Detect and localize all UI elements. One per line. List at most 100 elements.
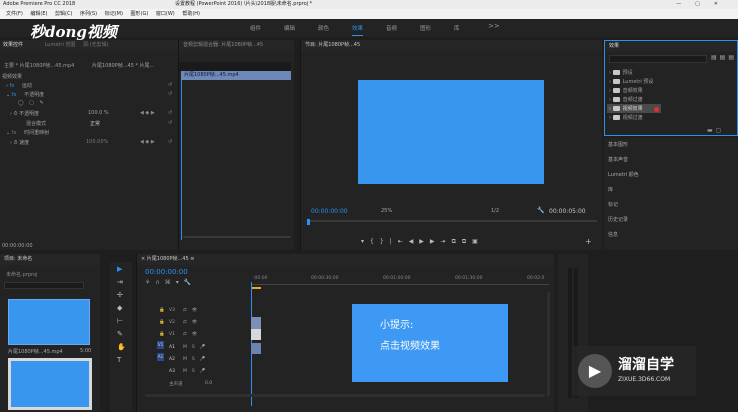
hand-tool-icon[interactable]: ✋ [117,343,126,351]
tab-assembly[interactable]: 组件 [250,24,261,32]
tab-graphics[interactable]: 图形 [420,24,431,32]
clip-row[interactable]: 片尾1080P帧...45 * 片尾... [92,62,154,69]
panel-essential-graphics[interactable]: 基本图形 [608,141,628,148]
source-patch-v1[interactable]: V1 [157,341,164,349]
more-workspaces-button[interactable]: >> [488,22,500,30]
mask-tools[interactable]: ◯ ▢ ✎ [18,100,46,106]
panel-libraries[interactable]: 库 [608,186,613,193]
reset-icon[interactable]: ↺ [168,139,172,145]
timeline-timecode[interactable]: 00:00:00:00 [145,268,188,276]
opacity-param[interactable]: › ⏱ 不透明度 [10,110,39,117]
source-patch-a1[interactable]: A1 [157,353,164,361]
track-v2[interactable]: V2 [169,320,175,325]
track-controls-a1[interactable]: MS🎤 [183,345,210,350]
track-controls-v2[interactable]: ⇄👁 [183,320,202,325]
timeline-horizontal-scrollbar[interactable] [145,394,545,397]
tab-effects[interactable]: 效果 [352,24,364,36]
menu-graphics[interactable]: 图形(G) [131,11,149,17]
program-timecode[interactable]: 00:00:00:00 [311,208,348,215]
timeline-toolbar-icons[interactable]: ⚘∩⌘▾🔧 [145,279,196,286]
reset-icon[interactable]: ↺ [168,82,172,88]
opacity-value[interactable]: 100.0 % [88,110,109,116]
effects-folder-presets[interactable]: › 预设 [609,69,633,76]
master-volume-value[interactable]: 0.0 [205,381,212,386]
video-clip-v1[interactable] [251,329,261,340]
project-search-input[interactable] [4,282,84,289]
lock-icon[interactable]: 🔒 [159,308,165,313]
effects-folder-audio-transitions[interactable]: › 音频过渡 [609,96,643,103]
tab-color[interactable]: 颜色 [318,24,329,32]
track-v3[interactable]: V3 [169,308,175,313]
menu-sequence[interactable]: 序列(S) [80,11,97,17]
selection-tool-icon[interactable]: ▶ [117,265,122,273]
opacity-effect[interactable]: ⌄ fx 不透明度 [6,91,44,98]
ripple-edit-tool-icon[interactable]: ✢ [117,291,123,299]
effects-panel-title[interactable]: 效果 [605,41,737,52]
scrub-bar[interactable] [307,220,597,222]
new-bin-icon[interactable]: ▬▢ [707,127,724,134]
zoom-select[interactable]: 25% [381,208,392,214]
audio-clip-a1[interactable] [251,343,261,354]
resolution-select[interactable]: 1/2 [491,208,499,214]
source-row[interactable]: 主要 * 片尾1080P帧...45.mp4 [4,62,74,69]
effects-folder-audio-effects[interactable]: › 音频效果 [609,87,643,94]
reset-icon[interactable]: ↺ [168,120,172,126]
menu-marker[interactable]: 标记(M) [105,11,123,17]
work-area-bar[interactable] [251,287,261,289]
window-controls[interactable]: —▢✕ [676,0,732,9]
menu-clip[interactable]: 剪辑(C) [55,11,72,17]
add-button-icon[interactable]: + [585,237,592,246]
tab-source[interactable]: 源:(无剪辑) [83,42,109,48]
selected-clip-thumbnail[interactable] [8,358,92,410]
effects-search-input[interactable] [609,55,707,63]
effects-folder-video-effects[interactable]: › 视频效果 [609,105,643,112]
track-a1[interactable]: A1 [169,345,175,350]
tab-audio[interactable]: 音频 [386,24,397,32]
track-a3[interactable]: A3 [169,369,175,374]
clip-bar[interactable]: 片尾1080P帧...45.mp4 [181,71,291,80]
tab-editing[interactable]: 编辑 [284,24,295,32]
type-tool-icon[interactable]: T [117,356,121,364]
video-preview[interactable] [358,80,544,184]
track-controls-v3[interactable]: ⇄👁 [183,308,202,313]
track-select-tool-icon[interactable]: ⇥ [117,278,123,286]
program-monitor-header[interactable]: 节目: 片尾1080P帧...45 [301,40,602,51]
transport-controls[interactable]: ▾{}|⇤◀▶▶⇥⧉⧉▣ [361,238,484,246]
track-controls-a3[interactable]: MS🎤 [183,369,210,374]
project-title[interactable]: 项目: 未命名 [0,254,100,265]
effect-controls-timecode[interactable]: 00:00:00:00 [2,243,33,249]
speed-param[interactable]: › ⏱ 速度 [10,139,29,146]
pen-tool-icon[interactable]: ✎ [117,330,123,338]
playhead[interactable] [181,80,182,240]
tab-libraries[interactable]: 库 [454,24,460,32]
panel-history[interactable]: 历史记录 [608,216,628,223]
panel-lumetri-color[interactable]: Lumetri 颜色 [608,171,639,178]
tab-effect-controls[interactable]: 效果控件 [3,42,23,48]
track-controls-v1[interactable]: ⇄👁 [183,332,202,337]
lock-icon[interactable]: 🔒 [159,332,165,337]
keyframe-controls[interactable]: ◀ ◆ ▶ [140,110,155,116]
panel-markers[interactable]: 标记 [608,201,618,208]
menu-help[interactable]: 帮助(H) [182,11,200,17]
clip-thumbnail[interactable] [8,299,90,345]
panel-info[interactable]: 信息 [608,231,618,238]
menu-edit[interactable]: 编辑(E) [30,11,47,17]
keyframe-controls-speed[interactable]: ◀ ◆ ▶ [140,139,155,145]
tab-lumetri-scopes[interactable]: Lumetri 范围 [45,42,76,48]
effects-folder-video-transitions[interactable]: › 视频过渡 [609,114,643,121]
menu-file[interactable]: 文件(F) [6,11,23,17]
razor-tool-icon[interactable]: ◆ [117,304,122,312]
wrench-icon[interactable]: 🔧 [537,207,544,214]
reset-icon[interactable]: ↺ [168,91,172,97]
mixer-header[interactable]: 音频剪辑混合器: 片尾1080P帧...45 [179,40,294,51]
track-a2[interactable]: A2 [169,357,175,362]
track-controls-a2[interactable]: MS🎤 [183,357,210,362]
video-clip-v2[interactable] [251,317,261,329]
clip-name[interactable]: 片尾1080P帧...45.mp4 [8,348,63,355]
timeline-title[interactable]: × 片尾1080P帧...45 ≡ [137,254,554,265]
lock-icon[interactable]: 🔒 [159,320,165,325]
reset-icon[interactable]: ↺ [168,110,172,116]
track-v1[interactable]: V1 [169,332,175,337]
motion-effect[interactable]: › fx 运动 [6,82,32,89]
scrub-playhead[interactable] [307,219,310,225]
